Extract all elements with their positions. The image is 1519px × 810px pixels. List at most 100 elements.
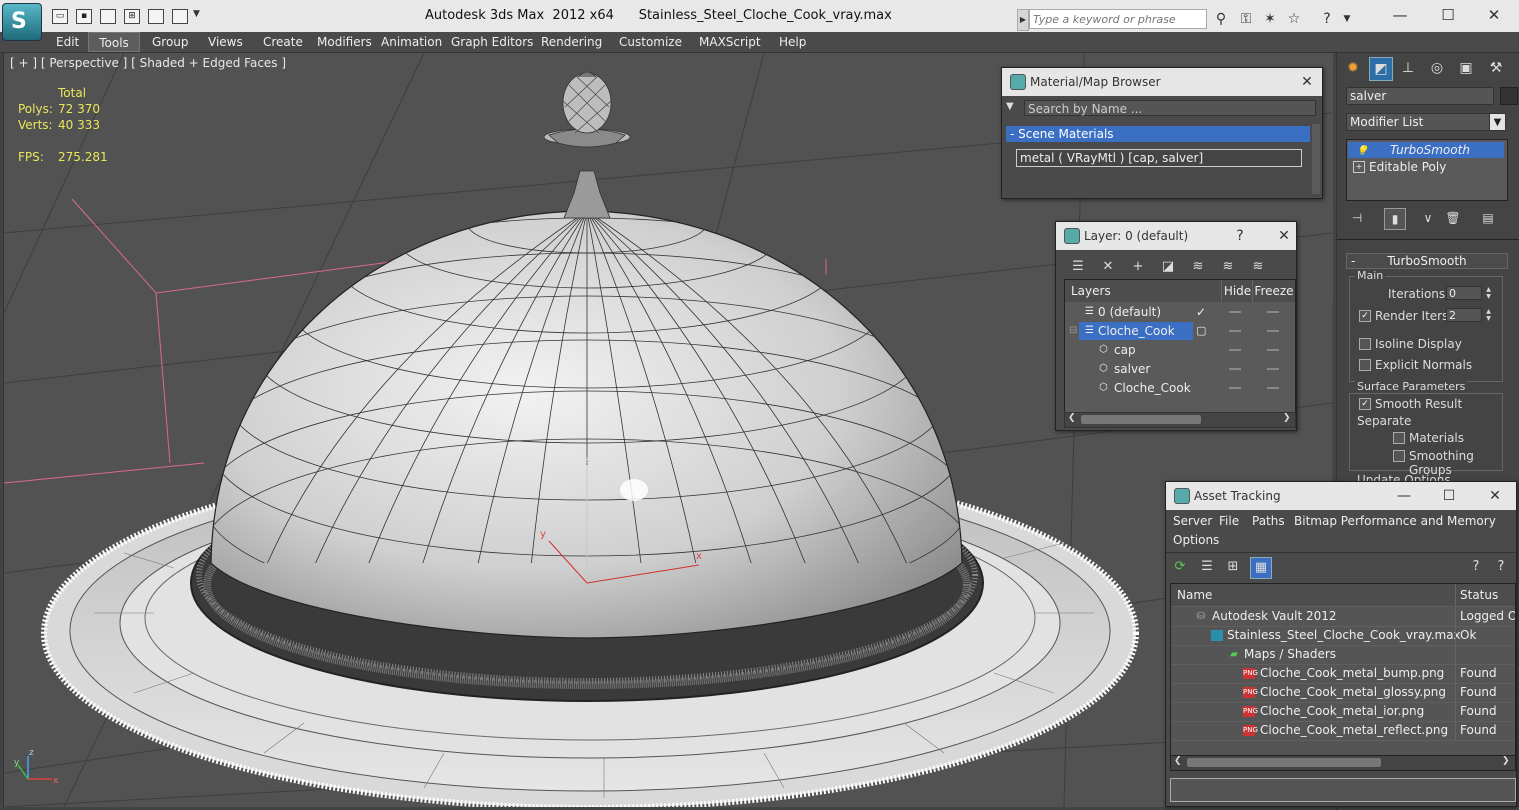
materials-checkbox[interactable] [1393, 432, 1405, 444]
asset-row-vault[interactable]: ⛁ Autodesk Vault 2012 Logged Ou [1171, 607, 1515, 627]
freeze-toggle[interactable] [1267, 349, 1279, 351]
freeze-toggle[interactable] [1267, 330, 1279, 332]
hierarchy-icon[interactable]: ⊥ [1397, 57, 1419, 79]
explicit-normals-checkbox[interactable] [1359, 359, 1371, 371]
asset-menu-server[interactable]: Server [1173, 514, 1212, 528]
hold-icon[interactable]: ⊞ [124, 9, 140, 24]
layer-object-row-cloche-cook[interactable]: ⬡ Cloche_Cook [1065, 379, 1293, 397]
close-icon[interactable]: ✕ [1273, 225, 1295, 247]
current-layer-check-icon[interactable]: ✓ [1196, 303, 1206, 321]
freeze-toggle[interactable] [1267, 387, 1279, 389]
menu-help[interactable]: Help [774, 32, 811, 52]
pin-stack-icon[interactable]: ⊣ [1347, 208, 1367, 228]
freeze-toggle[interactable] [1267, 311, 1279, 313]
close-icon[interactable]: ✕ [1480, 4, 1508, 26]
material-browser-scrollbar[interactable] [1312, 124, 1320, 194]
search-input[interactable] [1029, 9, 1207, 29]
menu-animation[interactable]: Animation [376, 32, 447, 52]
utilities-icon[interactable]: ⚒ [1485, 57, 1507, 79]
open-icon[interactable]: ▭ [52, 9, 68, 24]
list-view-icon[interactable]: ☰ [1197, 557, 1217, 577]
material-search-input[interactable]: Search by Name ... [1024, 100, 1316, 116]
asset-menu-bitmap-performance[interactable]: Bitmap Performance and Memory [1294, 514, 1496, 528]
layer-object-row-cap[interactable]: ⬡ cap [1065, 341, 1293, 359]
hide-column-header[interactable]: Hide [1221, 280, 1253, 302]
tree-view-icon[interactable]: ⊞ [1223, 557, 1243, 577]
smoothing-groups-checkbox[interactable] [1393, 450, 1405, 462]
configure-modifier-sets-icon[interactable]: ▤ [1478, 208, 1498, 228]
search-expand-icon[interactable]: ▶ [1017, 9, 1029, 31]
refresh-icon[interactable]: ⟳ [1170, 557, 1190, 577]
save-icon[interactable]: ▪ [76, 9, 92, 24]
motion-icon[interactable]: ◎ [1426, 57, 1448, 79]
scroll-thumb[interactable] [1187, 758, 1381, 767]
viewport-label-menu[interactable]: [ + ] [ Perspective ] [ Shaded + Edged F… [10, 56, 286, 70]
iterations-spinner[interactable]: 0 [1446, 286, 1482, 300]
name-column-header[interactable]: Name [1177, 584, 1212, 606]
options-menu-icon[interactable]: ▼ [1006, 101, 1014, 112]
asset-row-bump-png[interactable]: PNG Cloche_Cook_metal_bump.png Found [1171, 664, 1515, 684]
quick-access-dropdown-icon[interactable]: ▼ [193, 9, 200, 19]
asset-row-ior-png[interactable]: PNG Cloche_Cook_metal_ior.png Found [1171, 702, 1515, 722]
help-icon[interactable]: ? [1229, 225, 1251, 247]
smooth-result-checkbox[interactable]: ✓ [1359, 398, 1371, 410]
object-color-swatch[interactable] [1500, 87, 1518, 105]
menu-group[interactable]: Group [147, 32, 194, 52]
layer-object-row-salver[interactable]: ⬡ salver [1065, 360, 1293, 378]
favorites-icon[interactable]: ☆ [1285, 10, 1303, 28]
isoline-display-checkbox[interactable] [1359, 338, 1371, 350]
asset-row-max-file[interactable]: Stainless_Steel_Cloche_Cook_vray.max Ok [1171, 626, 1515, 646]
scroll-left-icon[interactable]: ❮ [1068, 413, 1076, 423]
maximize-icon[interactable]: ☐ [1434, 4, 1462, 26]
delete-layer-icon[interactable]: ✕ [1098, 257, 1118, 277]
expand-plus-icon[interactable]: + [1353, 161, 1365, 173]
fetch-icon[interactable] [148, 9, 164, 24]
asset-menu-options[interactable]: Options [1173, 533, 1219, 547]
minimize-icon[interactable]: — [1386, 4, 1414, 26]
menu-graph-editors[interactable]: Graph Editors [446, 32, 538, 52]
show-end-result-icon[interactable]: ▮ [1384, 208, 1406, 230]
scroll-right-icon[interactable]: ❯ [1283, 413, 1291, 423]
new-icon[interactable] [100, 9, 116, 24]
menu-edit[interactable]: Edit [51, 32, 84, 52]
hide-all-layers-icon[interactable]: ≋ [1218, 257, 1238, 277]
material-browser-titlebar[interactable]: Material/Map Browser ✕ [1002, 68, 1322, 96]
menu-tools[interactable]: Tools [88, 32, 140, 52]
freeze-all-layers-icon[interactable]: ≋ [1248, 257, 1268, 277]
stack-item-editable-poly[interactable]: + Editable Poly [1348, 159, 1504, 175]
menu-modifiers[interactable]: Modifiers [312, 32, 377, 52]
make-unique-icon[interactable]: ∨ [1418, 208, 1438, 228]
freeze-toggle[interactable] [1267, 368, 1279, 370]
scroll-right-icon[interactable]: ❯ [1502, 756, 1510, 766]
help-menu-icon[interactable]: ? [1491, 557, 1511, 577]
display-icon[interactable]: ▣ [1455, 57, 1477, 79]
asset-tracking-titlebar[interactable]: Asset Tracking — ☐ ✕ [1166, 482, 1516, 510]
collapse-minus-icon[interactable]: ⊟ [1069, 322, 1077, 340]
modifier-list-dropdown[interactable]: Modifier List [1346, 113, 1506, 131]
create-layer-icon[interactable]: ☰ [1068, 257, 1088, 277]
create-icon[interactable]: ✹ [1342, 57, 1364, 79]
binoculars-icon[interactable]: ⚲ [1212, 10, 1230, 28]
menu-customize[interactable]: Customize [614, 32, 687, 52]
layers-column-header[interactable]: Layers [1065, 280, 1193, 302]
layer-row-cloche-cook[interactable]: ⊟ ☰ Cloche_Cook ▢ [1065, 322, 1293, 340]
hide-toggle[interactable] [1229, 311, 1241, 313]
help-icon[interactable]: ? [1466, 557, 1486, 577]
chevron-down-icon[interactable]: ▼ [1489, 113, 1506, 131]
turbosmooth-rollout-title[interactable]: - TurboSmooth [1346, 253, 1508, 269]
stack-item-turbosmooth[interactable]: 💡 TurboSmooth [1348, 142, 1504, 158]
table-view-icon[interactable]: ▦ [1250, 557, 1272, 579]
asset-row-reflect-png[interactable]: PNG Cloche_Cook_metal_reflect.png Found [1171, 721, 1515, 741]
hide-toggle[interactable] [1229, 387, 1241, 389]
spinner-arrows-icon[interactable]: ▲ ▼ [1484, 286, 1493, 300]
close-icon[interactable]: ✕ [1296, 71, 1318, 93]
help-icon[interactable]: ? [1318, 10, 1336, 28]
modify-icon[interactable]: ◩ [1369, 57, 1393, 81]
spinner-arrows-icon[interactable]: ▲ ▼ [1484, 308, 1493, 322]
add-to-layer-icon[interactable]: + [1128, 257, 1148, 277]
freeze-column-header[interactable]: Freeze [1252, 280, 1295, 302]
highlight-layer-icon[interactable]: ≋ [1188, 257, 1208, 277]
asset-row-maps-shaders[interactable]: ▰ Maps / Shaders [1171, 645, 1515, 665]
help-dropdown-icon[interactable]: ▼ [1338, 10, 1356, 28]
lightbulb-icon[interactable]: 💡 [1356, 144, 1368, 160]
